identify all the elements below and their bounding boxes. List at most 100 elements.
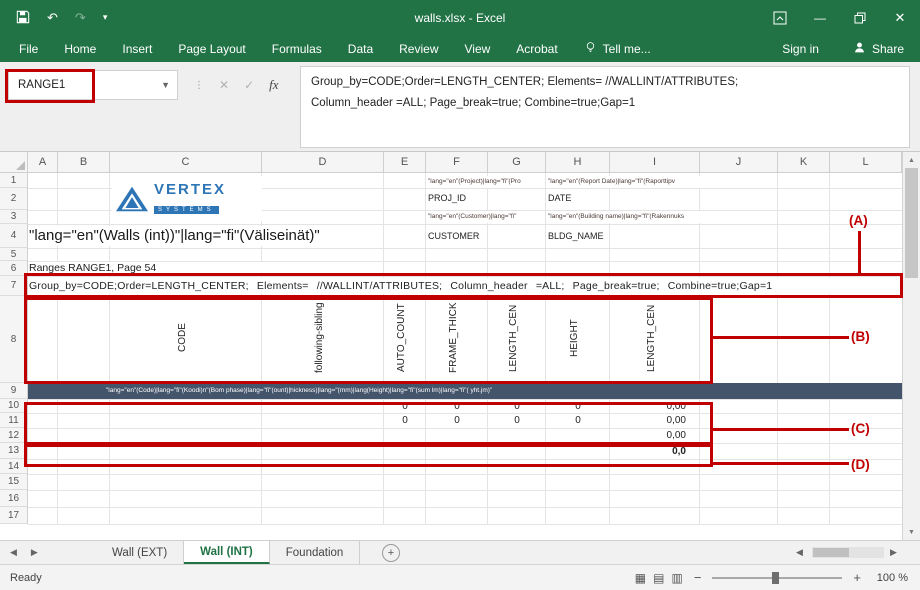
row-header[interactable]: 3	[0, 210, 28, 224]
zoom-slider-thumb[interactable]	[772, 572, 779, 584]
tab-acrobat[interactable]: Acrobat	[503, 35, 570, 62]
minimize-button[interactable]: —	[800, 0, 840, 35]
row-header[interactable]: 1	[0, 173, 28, 188]
cell-report-date-label[interactable]: "lang="en"(Report Date)|lang="fi"(Raport…	[548, 176, 738, 188]
cell-sheet-title[interactable]: "lang="en"(Walls (int))"|lang="fi"(Välis…	[29, 226, 383, 246]
insert-function-icon[interactable]: fx	[269, 77, 278, 93]
confirm-entry-icon[interactable]: ✓	[244, 78, 254, 92]
row-header[interactable]: 2	[0, 188, 28, 210]
vertical-scroll-thumb[interactable]	[905, 168, 918, 278]
scroll-up-icon[interactable]: ▲	[903, 153, 920, 167]
page-break-view-icon[interactable]: ▥	[671, 571, 682, 585]
row-header[interactable]: 10	[0, 399, 28, 413]
row-header[interactable]: 5	[0, 248, 28, 261]
cell-value[interactable]: 0	[546, 413, 610, 428]
cell-group-definition[interactable]: Group_by=CODE;Order=LENGTH_CENTER; Eleme…	[29, 278, 899, 294]
cell-value[interactable]	[546, 428, 610, 443]
ribbon-display-options-icon[interactable]	[760, 0, 800, 35]
row-header[interactable]: 4	[0, 224, 28, 248]
hscroll-left-icon[interactable]: ◀	[796, 541, 803, 564]
cell-value[interactable]: 0	[426, 399, 488, 413]
page-layout-view-icon[interactable]: ▤	[653, 571, 664, 585]
column-header-l[interactable]: L	[830, 152, 902, 173]
horizontal-scroll-thumb[interactable]	[813, 548, 849, 557]
cell-value[interactable]: 0	[488, 413, 546, 428]
column-header-f[interactable]: F	[426, 152, 488, 173]
column-header-j[interactable]: J	[700, 152, 778, 173]
rotated-header-length-cen-2[interactable]: LENGTH_CEN	[646, 297, 664, 379]
cell-proj-id[interactable]: PROJ_ID	[428, 193, 466, 203]
tab-formulas[interactable]: Formulas	[259, 35, 335, 62]
column-header-i[interactable]: I	[610, 152, 700, 173]
scroll-down-icon[interactable]: ▼	[903, 525, 920, 539]
cell-total[interactable]: 0,0	[610, 443, 700, 459]
zoom-in-icon[interactable]: +	[853, 570, 861, 585]
tab-view[interactable]: View	[452, 35, 504, 62]
formula-input[interactable]: Group_by=CODE;Order=LENGTH_CENTER; Eleme…	[300, 66, 910, 148]
zoom-level[interactable]: 100 %	[872, 572, 908, 584]
row-header[interactable]: 13	[0, 443, 28, 459]
chevron-down-icon[interactable]: ▼	[161, 80, 177, 90]
cell-value[interactable]: 0	[488, 399, 546, 413]
row-header[interactable]: 6	[0, 261, 28, 276]
row-header[interactable]: 17	[0, 507, 28, 524]
row-header[interactable]: 15	[0, 474, 28, 490]
cell-customer-label[interactable]: "lang="en"(Customer)|lang="fi"	[428, 211, 544, 223]
rotated-header-code[interactable]: CODE	[177, 297, 195, 379]
cell-value[interactable]: 0,00	[610, 428, 700, 443]
cell-ranges[interactable]: Ranges RANGE1, Page 54	[29, 262, 289, 275]
normal-view-icon[interactable]: ▦	[635, 571, 646, 585]
close-button[interactable]: ✕	[880, 0, 920, 35]
tab-page-layout[interactable]: Page Layout	[165, 35, 258, 62]
cell-value[interactable]: 0	[426, 413, 488, 428]
horizontal-scrollbar[interactable]	[812, 547, 884, 558]
rotated-header-following-sibling[interactable]: following-sibling	[314, 297, 332, 379]
restore-button[interactable]	[840, 0, 880, 35]
row-header[interactable]: 14	[0, 459, 28, 474]
column-header-g[interactable]: G	[488, 152, 546, 173]
tab-file[interactable]: File	[6, 35, 51, 62]
new-sheet-button[interactable]: +	[382, 544, 400, 562]
cell-customer[interactable]: CUSTOMER	[428, 231, 479, 241]
column-header-h[interactable]: H	[546, 152, 610, 173]
vertical-scrollbar[interactable]: ▲ ▼	[902, 152, 920, 540]
column-header-k[interactable]: K	[778, 152, 830, 173]
cell-date[interactable]: DATE	[548, 193, 571, 203]
sheet-tab-foundation[interactable]: Foundation	[270, 541, 361, 564]
rotated-header-frame-thick[interactable]: FRAME_THICK	[448, 297, 466, 379]
name-box[interactable]: RANGE1 ▼	[8, 70, 178, 100]
tab-insert[interactable]: Insert	[109, 35, 165, 62]
row-header[interactable]: 16	[0, 490, 28, 507]
tab-data[interactable]: Data	[335, 35, 386, 62]
row-header[interactable]: 8	[0, 296, 28, 383]
sheet-tab-wall-int[interactable]: Wall (INT)	[184, 541, 270, 564]
row-header[interactable]: 11	[0, 413, 28, 428]
tell-me-box[interactable]: Tell me...	[571, 41, 664, 57]
cell-bldg-name[interactable]: BLDG_NAME	[548, 231, 604, 241]
cell-value[interactable]	[488, 428, 546, 443]
column-header-c[interactable]: C	[110, 152, 262, 173]
sheet-nav-left-icon[interactable]: ◀	[10, 547, 17, 558]
column-header-a[interactable]: A	[28, 152, 58, 173]
cell-value[interactable]: 0	[384, 413, 426, 428]
cell-building-label[interactable]: "lang="en"(Building name)|lang="fi"(Rake…	[548, 211, 738, 223]
cell-value[interactable]: 0,00	[610, 399, 700, 413]
cancel-entry-icon[interactable]: ✕	[219, 78, 229, 92]
column-header-e[interactable]: E	[384, 152, 426, 173]
select-all-corner[interactable]	[0, 152, 28, 173]
rotated-header-height[interactable]: HEIGHT	[569, 297, 587, 379]
sign-in-button[interactable]: Sign in	[764, 42, 837, 56]
rotated-header-length-cen-1[interactable]: LENGTH_CEN	[508, 297, 526, 379]
zoom-out-icon[interactable]: −	[694, 570, 702, 585]
zoom-slider[interactable]	[712, 577, 842, 579]
share-button[interactable]: Share	[837, 41, 920, 57]
sheet-tab-wall-ext[interactable]: Wall (EXT)	[96, 541, 184, 564]
cell-value[interactable]	[384, 428, 426, 443]
cell-value[interactable]: 0	[546, 399, 610, 413]
tab-review[interactable]: Review	[386, 35, 451, 62]
row-header[interactable]: 12	[0, 428, 28, 443]
cell-value[interactable]: 0	[384, 399, 426, 413]
cell-project-label[interactable]: "lang="en"(Project)|lang="fi"(Pro	[428, 176, 544, 188]
hscroll-right-icon[interactable]: ▶	[890, 541, 897, 564]
column-header-d[interactable]: D	[262, 152, 384, 173]
